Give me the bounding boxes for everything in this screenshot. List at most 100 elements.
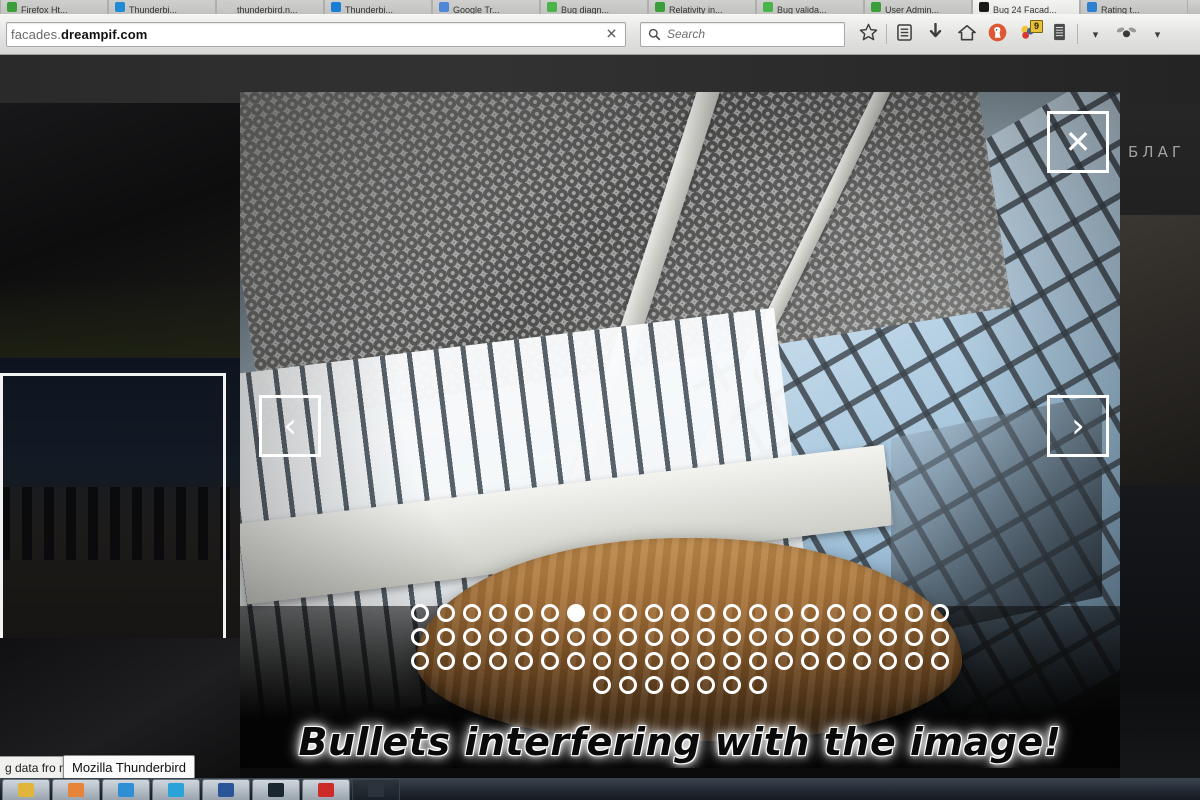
- browser-tab-4[interactable]: Google Tr...: [432, 0, 540, 14]
- bullet-dot[interactable]: [931, 628, 949, 646]
- bullet-dot[interactable]: [489, 652, 507, 670]
- bullet-dot[interactable]: [723, 652, 741, 670]
- bullet-dot[interactable]: [671, 676, 689, 694]
- bullet-dot[interactable]: [697, 652, 715, 670]
- balloons-button[interactable]: 9: [1013, 19, 1044, 49]
- browser-tab-6[interactable]: Relativity in...: [648, 0, 756, 14]
- bullet-dot[interactable]: [697, 628, 715, 646]
- bullet-dot[interactable]: [905, 604, 923, 622]
- bullet-dot[interactable]: [593, 676, 611, 694]
- clear-address-icon[interactable]: ✕: [603, 26, 620, 43]
- bullet-dot[interactable]: [437, 628, 455, 646]
- browser-tab-3[interactable]: Thunderbi...: [324, 0, 432, 14]
- duckduckgo-button[interactable]: [982, 19, 1013, 49]
- taskbar-item-skype[interactable]: [152, 779, 200, 800]
- bullet-dot[interactable]: [905, 628, 923, 646]
- bullet-dot[interactable]: [645, 652, 663, 670]
- bullet-dot[interactable]: [853, 604, 871, 622]
- bullet-dot[interactable]: [619, 628, 637, 646]
- overflow-chevron-button[interactable]: ▾: [1080, 19, 1111, 49]
- home-button[interactable]: [951, 19, 982, 49]
- bullet-dot[interactable]: [775, 652, 793, 670]
- shredder-button[interactable]: [1044, 19, 1075, 49]
- bullet-dot[interactable]: [723, 628, 741, 646]
- bullet-dot[interactable]: [541, 652, 559, 670]
- bullet-dot[interactable]: [827, 628, 845, 646]
- library-button[interactable]: [889, 19, 920, 49]
- bullet-dot[interactable]: [645, 604, 663, 622]
- browser-tab-10[interactable]: Rating t...: [1080, 0, 1188, 14]
- bullet-dot[interactable]: [697, 676, 715, 694]
- lightbox-next-button[interactable]: ›: [1047, 395, 1109, 457]
- browser-tab-8[interactable]: User Admin...: [864, 0, 972, 14]
- bullet-dot[interactable]: [463, 652, 481, 670]
- lightbox-prev-button[interactable]: ‹: [259, 395, 321, 457]
- bullet-dot[interactable]: [853, 628, 871, 646]
- bullet-dot[interactable]: [879, 628, 897, 646]
- lightbox-close-button[interactable]: ✕: [1047, 111, 1109, 173]
- bullet-dot[interactable]: [775, 604, 793, 622]
- bullet-dot[interactable]: [801, 604, 819, 622]
- bullet-dot-active[interactable]: [567, 604, 585, 622]
- bullet-dot[interactable]: [593, 652, 611, 670]
- taskbar-item-explorer[interactable]: [2, 779, 50, 800]
- bullet-dot[interactable]: [437, 604, 455, 622]
- taskbar-item-word[interactable]: [202, 779, 250, 800]
- bullet-dot[interactable]: [619, 604, 637, 622]
- menu-chevron-button[interactable]: ▾: [1142, 19, 1173, 49]
- bullet-dot[interactable]: [463, 604, 481, 622]
- bullet-dot[interactable]: [593, 628, 611, 646]
- browser-tab-9[interactable]: Bug 24 Facad...: [972, 0, 1080, 14]
- bullet-dot[interactable]: [749, 652, 767, 670]
- taskbar-item-empty[interactable]: [352, 779, 400, 800]
- bullet-dot[interactable]: [671, 652, 689, 670]
- bullet-dot[interactable]: [515, 652, 533, 670]
- bullet-dot[interactable]: [827, 604, 845, 622]
- bullet-dot[interactable]: [671, 628, 689, 646]
- bullet-dot[interactable]: [593, 604, 611, 622]
- bullet-dot[interactable]: [931, 604, 949, 622]
- bullet-dot[interactable]: [801, 652, 819, 670]
- search-input-placeholder[interactable]: Search: [667, 27, 705, 41]
- bullet-dot[interactable]: [749, 604, 767, 622]
- browser-tab-2[interactable]: thunderbird.n...: [216, 0, 324, 14]
- bullet-dot[interactable]: [515, 604, 533, 622]
- bullet-dot[interactable]: [515, 628, 533, 646]
- search-box[interactable]: Search: [640, 21, 845, 47]
- bullet-dot[interactable]: [619, 652, 637, 670]
- address-bar[interactable]: facades.dreampif.com ✕: [6, 21, 626, 47]
- bullet-dot[interactable]: [749, 676, 767, 694]
- taskbar-item-terminal[interactable]: [252, 779, 300, 800]
- bullet-dot[interactable]: [489, 628, 507, 646]
- bullet-dot[interactable]: [827, 652, 845, 670]
- bullet-dot[interactable]: [437, 652, 455, 670]
- bullet-dot[interactable]: [645, 628, 663, 646]
- bullet-dot[interactable]: [671, 604, 689, 622]
- browser-tab-0[interactable]: Firefox Ht...: [0, 0, 108, 14]
- bullet-dot[interactable]: [723, 604, 741, 622]
- bullet-dot[interactable]: [411, 604, 429, 622]
- downloads-button[interactable]: [920, 19, 951, 49]
- bullet-dot[interactable]: [645, 676, 663, 694]
- bullet-dot[interactable]: [411, 652, 429, 670]
- taskbar-item-thunderbird[interactable]: [102, 779, 150, 800]
- firebug-button[interactable]: [1111, 19, 1142, 49]
- bullet-dot[interactable]: [463, 628, 481, 646]
- bullet-dot[interactable]: [541, 628, 559, 646]
- taskbar-item-pdf[interactable]: [302, 779, 350, 800]
- bullet-dot[interactable]: [931, 652, 949, 670]
- bullet-dot[interactable]: [801, 628, 819, 646]
- bullet-dot[interactable]: [905, 652, 923, 670]
- bullet-dot[interactable]: [697, 604, 715, 622]
- browser-tab-1[interactable]: Thunderbi...: [108, 0, 216, 14]
- bullet-dot[interactable]: [411, 628, 429, 646]
- bullet-dot[interactable]: [853, 652, 871, 670]
- bullet-dot[interactable]: [489, 604, 507, 622]
- taskbar-item-firefox[interactable]: [52, 779, 100, 800]
- bullet-dot[interactable]: [541, 604, 559, 622]
- bullet-dot[interactable]: [775, 628, 793, 646]
- bullet-dot[interactable]: [619, 676, 637, 694]
- bullet-dot[interactable]: [749, 628, 767, 646]
- bullet-dot[interactable]: [567, 628, 585, 646]
- bullet-dot[interactable]: [567, 652, 585, 670]
